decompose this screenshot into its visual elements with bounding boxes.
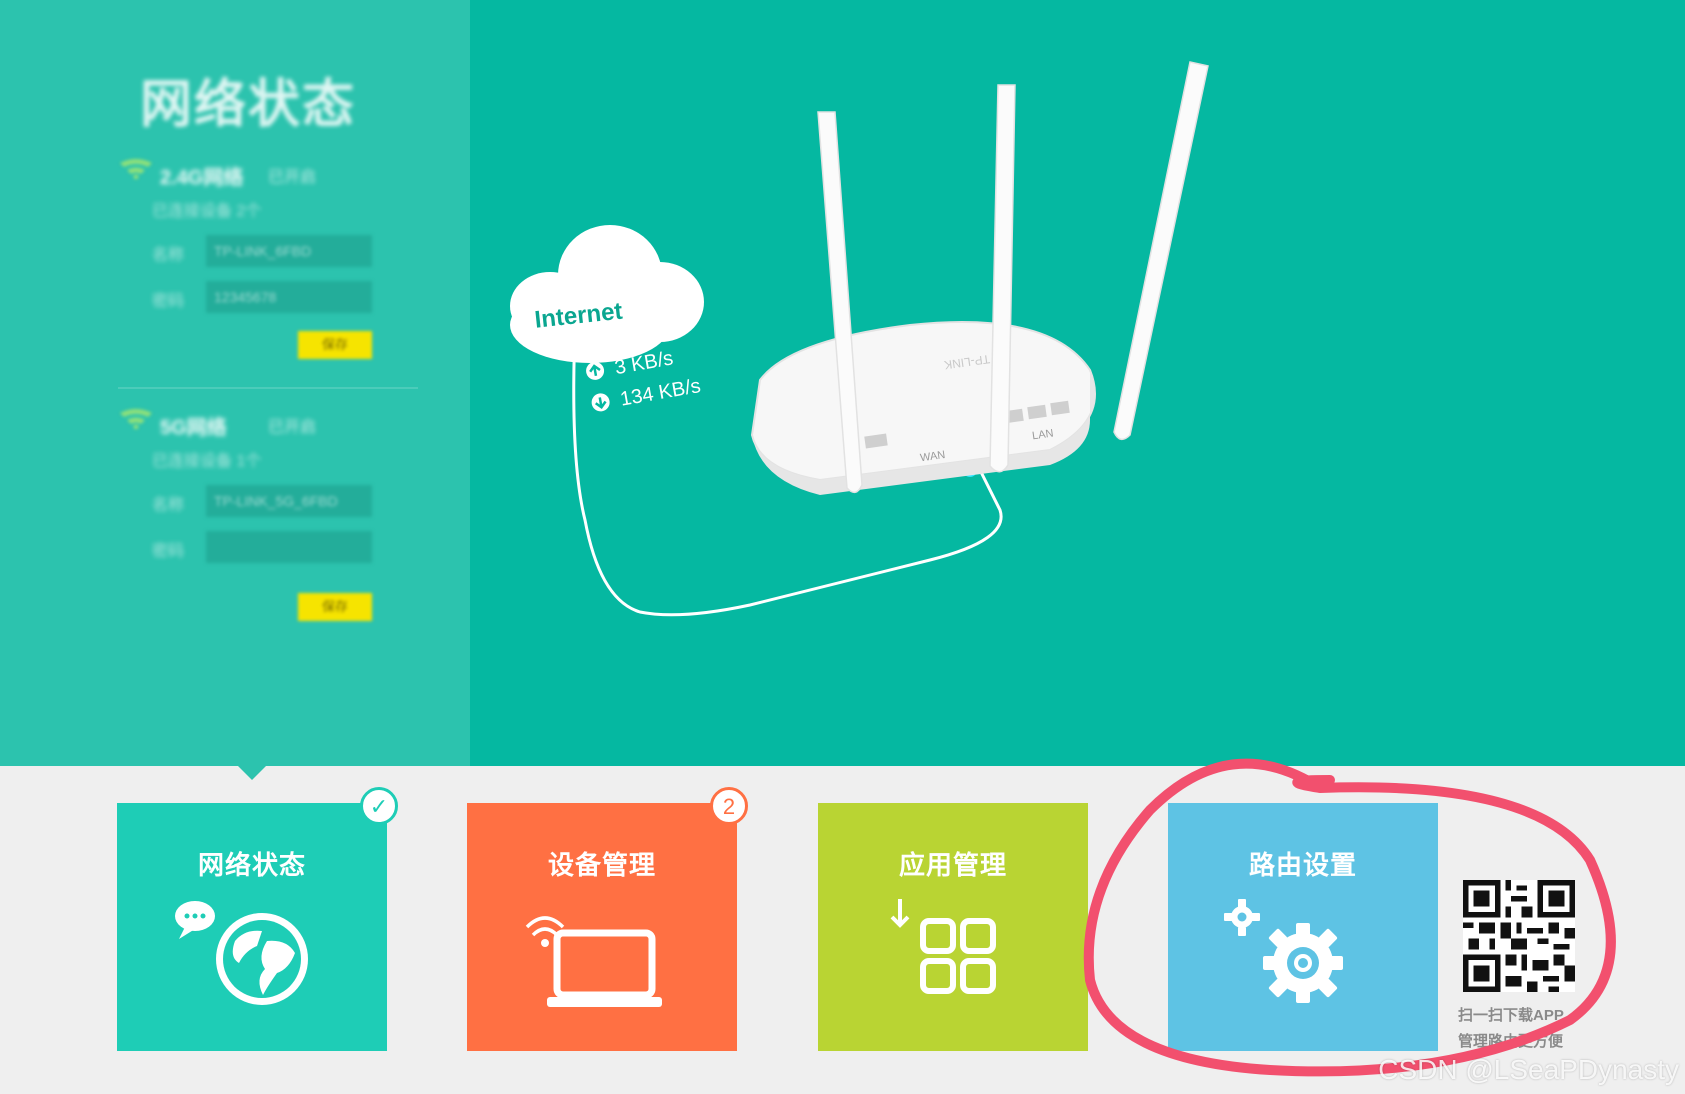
watermark: CSDN @LSeaPDynasty [1378,1054,1679,1085]
save-button[interactable]: 保存 [298,593,372,621]
tile-label: 设备管理 [547,850,656,880]
name-field-label: 名称 [152,247,185,264]
panel-divider [118,387,418,389]
hero-section: 网络状态 2.4G网络 已开启 已连接设备 2个 名称 TP-LINK_6FBD… [0,0,1685,766]
tile-app-management[interactable]: 应用管理 [818,803,1088,1051]
gears-icon [1224,899,1343,1003]
name-field-label: 名称 [152,497,185,514]
password-field-label: 密码 [152,543,185,560]
panel-title: 网络状态 [140,76,357,134]
wifi-password-input[interactable]: 12345678 [206,281,372,313]
globe-chat-icon [175,901,308,1005]
password-field-label: 密码 [152,293,185,310]
device-count-badge: 2 [710,787,748,825]
wifi-name-input[interactable]: TP-LINK_6FBD [206,235,372,267]
tile-label: 应用管理 [898,850,1007,880]
network-state: 已开启 [268,419,317,436]
internet-cloud-icon [510,225,704,363]
apps-grid-icon [890,899,996,994]
connected-devices-text: 已连接设备 1个 [152,453,262,470]
network-name: 5G网络 [160,417,227,439]
network-block-5g: 5G网络 已开启 已连接设备 1个 名称 TP-LINK_5G_6FBD 密码 … [118,405,418,621]
tile-router-settings[interactable]: 路由设置 [1168,803,1438,1051]
qr-code-image [1463,880,1575,992]
network-state: 已开启 [268,169,317,186]
qr-caption-line1: 扫一扫下载APP [1458,1007,1564,1024]
network-status-panel: 网络状态 2.4G网络 已开启 已连接设备 2个 名称 TP-LINK_6FBD… [0,0,470,766]
wifi-password-input[interactable] [206,531,372,563]
network-block-2g: 2.4G网络 已开启 已连接设备 2个 名称 TP-LINK_6FBD 密码 1… [118,155,418,359]
download-speed: 134 KB/s [619,375,703,411]
laptop-wifi-icon [525,916,662,1007]
wifi-icon [120,409,152,429]
router-illustration: Internet 3 KB/s 134 KB/s TP-LINK WAN LAN [510,61,1209,617]
check-badge-icon: ✓ [360,787,398,825]
tile-network-status[interactable]: 网络状态 ✓ [117,787,398,1051]
router-icon: TP-LINK WAN LAN [750,61,1209,495]
tile-label: 路由设置 [1248,850,1357,880]
save-button[interactable]: 保存 [298,331,372,359]
connected-devices-text: 已连接设备 2个 [152,203,262,220]
network-name: 2.4G网络 [160,167,244,189]
wifi-icon [120,159,152,179]
qr-caption-line2: 管理路由更方便 [1458,1033,1564,1050]
wifi-name-input[interactable]: TP-LINK_5G_6FBD [206,485,372,517]
tile-device-management[interactable]: 设备管理 2 [467,787,748,1051]
tile-label: 网络状态 [197,850,306,880]
active-tile-pointer [238,766,266,780]
